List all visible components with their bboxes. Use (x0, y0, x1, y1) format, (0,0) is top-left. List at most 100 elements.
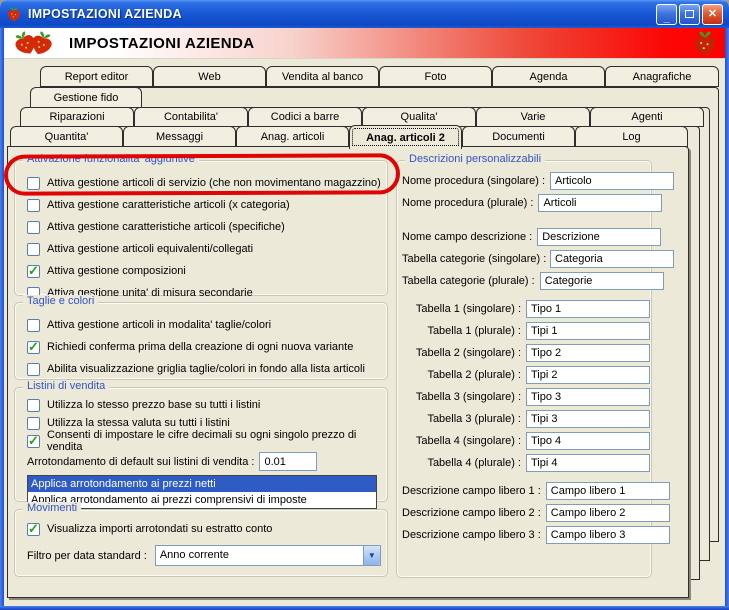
field-input[interactable] (526, 454, 650, 472)
field-label: Nome procedura (singolare) : (402, 175, 546, 187)
field-label: Tabella 4 (plurale) : (427, 457, 521, 469)
checkbox-row[interactable]: Attiva gestione caratteristiche articoli… (15, 216, 387, 238)
tab-codici-a-barre[interactable]: Codici a barre (248, 107, 362, 127)
tab-web[interactable]: Web (153, 66, 266, 87)
tab-documenti[interactable]: Documenti (462, 126, 575, 147)
field-label: Tabella 2 (plurale) : (427, 369, 521, 381)
checkbox[interactable] (27, 416, 40, 430)
checkbox-row[interactable]: Visualizza importi arrotondati su estrat… (15, 518, 387, 540)
tab-anag-articoli-2[interactable]: Anag. articoli 2 (349, 125, 462, 149)
field-input[interactable] (526, 344, 650, 362)
field-input[interactable] (550, 250, 674, 268)
field-input[interactable] (545, 526, 670, 544)
field-label: Nome procedura (plurale) : (402, 197, 534, 209)
tab-riparazioni[interactable]: Riparazioni (20, 107, 134, 127)
field-input[interactable] (526, 388, 650, 406)
field-label: Tabella 1 (plurale) : (427, 325, 521, 337)
field-row: Descrizione campo libero 3 : (402, 526, 670, 544)
field-row: Nome campo descrizione : (402, 228, 662, 246)
field-input[interactable] (545, 504, 670, 522)
tab-log[interactable]: Log (575, 126, 688, 147)
field-label: Tabella 3 (plurale) : (427, 413, 521, 425)
checkbox[interactable] (27, 339, 40, 355)
tab-agenda[interactable]: Agenda (492, 66, 605, 87)
checkbox[interactable] (27, 263, 40, 279)
checkbox-row[interactable]: Attiva gestione caratteristiche articoli… (15, 194, 387, 216)
tab-gestione-fido[interactable]: Gestione fido (30, 87, 142, 108)
checkbox-row[interactable]: Attiva gestione composizioni (15, 260, 387, 282)
group-title: Attivazione funzionalita' aggiuntive (23, 153, 199, 165)
checkbox-row[interactable]: Attiva gestione articoli equivalenti/col… (15, 238, 387, 260)
field-input[interactable] (538, 194, 663, 212)
checkbox-row[interactable]: Abilita visualizzazione griglia taglie/c… (15, 358, 387, 380)
field-row: Tabella 3 (singolare) : (402, 388, 650, 406)
tab-foto[interactable]: Foto (379, 66, 492, 87)
checkbox-label: Consenti di impostare le cifre decimali … (47, 429, 357, 453)
checkbox[interactable] (27, 220, 40, 234)
field-input[interactable] (526, 300, 650, 318)
tab-varie[interactable]: Varie (476, 107, 590, 127)
field-row: Tabella categorie (plurale) : (402, 272, 664, 290)
field-row: Nome procedura (singolare) : (402, 172, 674, 190)
checkbox[interactable] (27, 433, 40, 449)
group-listini-di-vendita: Listini di vendita Utilizza lo stesso pr… (14, 380, 388, 509)
checkbox-label: Attiva gestione articoli equivalenti/col… (47, 243, 254, 255)
checkbox-label: Richiedi conferma prima della creazione … (47, 341, 354, 353)
field-input[interactable] (545, 482, 670, 500)
maximize-button[interactable] (679, 3, 700, 25)
checkbox[interactable] (27, 318, 40, 332)
checkbox-row[interactable]: Utilizza lo stesso prezzo base su tutti … (15, 396, 387, 414)
tab-agenti[interactable]: Agenti (590, 107, 704, 127)
tab-quantita[interactable]: Quantita' (10, 126, 123, 147)
chevron-down-icon[interactable]: ▼ (362, 546, 380, 565)
titlebar[interactable]: IMPOSTAZIONI AZIENDA _ ✕ (0, 0, 729, 28)
field-label: Tabella categorie (plurale) : (402, 275, 535, 287)
field-input[interactable] (526, 322, 650, 340)
field-row: Tabella 1 (plurale) : (402, 322, 650, 340)
field-label: Tabella 2 (singolare) : (415, 347, 521, 359)
window-border (725, 28, 729, 610)
tab-contabilita[interactable]: Contabilita' (134, 107, 248, 127)
checkbox[interactable] (27, 521, 40, 537)
close-button[interactable]: ✕ (702, 3, 723, 25)
field-input[interactable] (526, 366, 650, 384)
tab-qualita[interactable]: Qualita' (362, 107, 476, 127)
field-label: Descrizione campo libero 2 : (402, 507, 541, 519)
field-row: Descrizione campo libero 2 : (402, 504, 670, 522)
date-filter-combobox[interactable]: Anno corrente ▼ (154, 545, 381, 566)
field-input[interactable] (539, 272, 664, 290)
tab-messaggi[interactable]: Messaggi (123, 126, 236, 147)
checkbox-row[interactable]: Consenti di impostare le cifre decimali … (15, 429, 387, 453)
tab-vendita-al-banco[interactable]: Vendita al banco (266, 66, 379, 87)
checkbox[interactable] (27, 198, 40, 212)
field-label: Nome campo descrizione : (402, 231, 533, 243)
checkbox[interactable] (27, 398, 40, 412)
checkbox-label: Utilizza la stessa valuta su tutti i lis… (47, 417, 230, 429)
group-taglie-e-colori: Taglie e colori Attiva gestione articoli… (14, 295, 388, 380)
checkbox-row[interactable]: Attiva gestione articoli di servizio (ch… (15, 172, 387, 194)
tab-report-editor[interactable]: Report editor (40, 66, 153, 87)
checkbox-row[interactable]: Attiva gestione articoli in modalita' ta… (15, 314, 387, 336)
tab-anagrafiche[interactable]: Anagrafiche (605, 66, 719, 87)
tab-anag-articoli[interactable]: Anag. articoli (236, 126, 349, 147)
rounding-label: Arrotondamento di default sui listini di… (27, 455, 255, 468)
field-input[interactable] (550, 172, 674, 190)
checkbox[interactable] (27, 242, 40, 256)
checkbox[interactable] (27, 176, 40, 190)
window-border (0, 606, 729, 610)
field-input[interactable] (526, 432, 650, 450)
checkbox-label: Attiva gestione composizioni (47, 265, 186, 277)
field-label: Tabella 3 (singolare) : (415, 391, 521, 403)
window-title: IMPOSTAZIONI AZIENDA (28, 7, 182, 21)
page-title: IMPOSTAZIONI AZIENDA (69, 34, 255, 52)
strawberry-logo (12, 30, 55, 56)
field-input[interactable] (537, 228, 662, 246)
checkbox-label: Attiva gestione articoli in modalita' ta… (47, 319, 272, 331)
checkbox-row[interactable]: Richiedi conferma prima della creazione … (15, 336, 387, 358)
group-title: Descrizioni personalizzabili (405, 153, 546, 165)
rounding-input[interactable] (259, 452, 318, 471)
listbox-item[interactable]: Applica arrotondamento ai prezzi netti (28, 476, 376, 492)
checkbox[interactable] (27, 362, 40, 376)
minimize-button[interactable]: _ (656, 3, 677, 25)
field-input[interactable] (526, 410, 650, 428)
